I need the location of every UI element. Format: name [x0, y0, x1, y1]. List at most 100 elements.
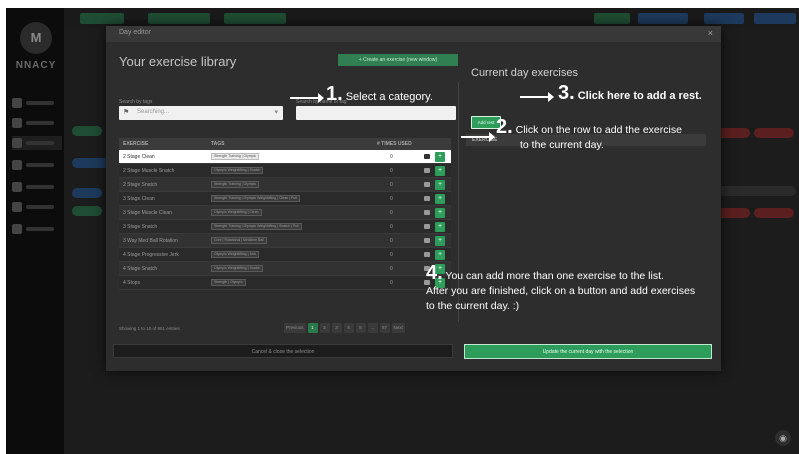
- sidebar-item-library[interactable]: [12, 158, 62, 172]
- page-ellipsis: ...: [367, 323, 378, 333]
- video-icon[interactable]: [424, 196, 430, 201]
- exercise-name: 4 Stops: [123, 280, 140, 286]
- table-row[interactable]: 3 Stage Snatch Strength Training | Olymp…: [119, 220, 451, 234]
- page-button[interactable]: 2: [319, 323, 330, 333]
- exercise-tag: Strength Training | Olympic: [211, 181, 260, 188]
- page-button[interactable]: 1: [307, 323, 318, 333]
- top-button[interactable]: [224, 13, 286, 24]
- add-icon[interactable]: +: [435, 166, 445, 176]
- video-icon[interactable]: [424, 168, 430, 173]
- table-row[interactable]: 2 Stage Snatch Strength Training | Olymp…: [119, 178, 451, 192]
- add-icon[interactable]: +: [435, 236, 445, 246]
- sidebar-item-clients[interactable]: [12, 116, 62, 130]
- step4-number: 4.: [426, 262, 443, 284]
- table-row[interactable]: 3 Stage Muscle Clean Olympic Weightlifti…: [119, 206, 451, 220]
- step4-callout: 4. You can add more than one exercise to…: [426, 263, 695, 314]
- tag-icon: ⚑: [123, 109, 130, 116]
- page-button[interactable]: 4: [343, 323, 354, 333]
- header-exercise[interactable]: EXERCISE: [123, 141, 148, 147]
- gear-icon: [12, 182, 22, 192]
- sidebar-item-help[interactable]: [12, 200, 62, 214]
- times-used: 0: [390, 224, 393, 230]
- video-icon[interactable]: [424, 238, 430, 243]
- top-button[interactable]: [148, 13, 210, 24]
- step1-text: Select a category.: [345, 91, 433, 103]
- step1-callout: 1. Select a category.: [326, 83, 433, 106]
- table-header: EXERCISE TAGS # TIMES USED: [119, 138, 451, 150]
- chevron-down-icon: ▾: [274, 109, 278, 116]
- modal-header: Day editor ×: [106, 26, 721, 42]
- table-row[interactable]: 2 Stage Muscle Snatch Olympic Weightlift…: [119, 164, 451, 178]
- page-button[interactable]: 3: [331, 323, 342, 333]
- exercise-name: 3 Way Med Ball Rotation: [123, 238, 178, 244]
- exercise-tag: Olympic Weightlifting | Clean: [211, 209, 262, 216]
- video-icon[interactable]: [424, 154, 430, 159]
- category-select[interactable]: ⚑ Searching... ▾: [119, 106, 283, 120]
- search-input[interactable]: [296, 106, 456, 120]
- top-button[interactable]: [704, 13, 744, 24]
- sidebar-item-programs[interactable]: [12, 136, 62, 150]
- add-icon[interactable]: +: [435, 250, 445, 260]
- logo: M: [20, 22, 52, 54]
- table-info: Showing 1 to 10 of 851 entries: [119, 326, 180, 331]
- add-icon[interactable]: +: [435, 194, 445, 204]
- top-button[interactable]: [594, 13, 630, 24]
- exercise-name: 2 Stage Clean: [123, 154, 155, 160]
- step2-callout: 2. Click on the row to add the exercise …: [496, 117, 682, 153]
- step3-callout: 3. Click here to add a rest.: [558, 82, 702, 105]
- table-row[interactable]: 2 Stage Clean Strength Training | Olympi…: [119, 150, 451, 164]
- exercise-tag: Olympic Weightlifting | Jerk: [211, 251, 260, 258]
- arrow-step2: [461, 132, 495, 142]
- create-exercise-button[interactable]: + Create an exercise (new window): [338, 54, 458, 66]
- header-times-used[interactable]: # TIMES USED: [377, 141, 412, 147]
- top-button[interactable]: [80, 13, 124, 24]
- close-icon[interactable]: ×: [708, 28, 713, 38]
- times-used: 0: [390, 210, 393, 216]
- sidebar-item-settings[interactable]: [12, 180, 62, 194]
- header-tags[interactable]: TAGS: [211, 141, 225, 147]
- exercise-name: 4 Stage Snatch: [123, 266, 158, 272]
- exercise-tag: Strength Training | Olympic Weightliftin…: [211, 195, 300, 202]
- exercise-name: 2 Stage Muscle Snatch: [123, 168, 175, 174]
- times-used: 0: [390, 182, 393, 188]
- document-icon: [12, 138, 22, 148]
- current-day-title: Current day exercises: [471, 67, 578, 79]
- modal-title: Day editor: [119, 29, 151, 36]
- table-row[interactable]: 3 Way Med Ball Rotation Core | Rotationa…: [119, 234, 451, 248]
- video-icon[interactable]: [424, 210, 430, 215]
- page-button[interactable]: 87: [379, 323, 390, 333]
- table-row[interactable]: 4 Stops Strength | Olympic 0 +: [119, 276, 451, 290]
- times-used: 0: [390, 168, 393, 174]
- table-row[interactable]: 3 Stage Clean Strength Training | Olympi…: [119, 192, 451, 206]
- table-row[interactable]: 4 Stage Snatch Olympic Weightlifting | S…: [119, 262, 451, 276]
- exercise-tag: Strength | Olympic: [211, 279, 246, 286]
- app-frame: M NNACY ◉ Day editor × Your exercise lib…: [6, 8, 799, 454]
- power-icon: [12, 224, 22, 234]
- add-icon[interactable]: +: [435, 152, 445, 162]
- page-next[interactable]: Next: [391, 323, 405, 333]
- sidebar-item-logout[interactable]: [12, 222, 62, 236]
- page-previous[interactable]: Previous: [284, 323, 306, 333]
- cancel-close-button[interactable]: Cancel & close the selection: [113, 344, 453, 358]
- add-icon[interactable]: +: [435, 222, 445, 232]
- sidebar: M NNACY: [6, 8, 64, 454]
- chat-icon[interactable]: ◉: [775, 430, 791, 446]
- table-row[interactable]: 4 Stage Progressive Jerk Olympic Weightl…: [119, 248, 451, 262]
- video-icon[interactable]: [424, 224, 430, 229]
- times-used: 0: [390, 196, 393, 202]
- top-button[interactable]: [754, 13, 796, 24]
- sidebar-item-dashboard[interactable]: [12, 96, 62, 110]
- library-title: Your exercise library: [119, 54, 237, 69]
- video-icon[interactable]: [424, 252, 430, 257]
- times-used: 0: [390, 266, 393, 272]
- top-button[interactable]: [638, 13, 688, 24]
- exercise-name: 3 Stage Muscle Clean: [123, 210, 172, 216]
- users-icon: [12, 118, 22, 128]
- video-icon[interactable]: [424, 182, 430, 187]
- add-icon[interactable]: +: [435, 180, 445, 190]
- page-button[interactable]: 5: [355, 323, 366, 333]
- update-day-button[interactable]: Update the current day with the selectio…: [464, 344, 712, 359]
- step3-text: Click here to add a rest.: [577, 90, 702, 102]
- category-placeholder: Searching...: [137, 109, 170, 115]
- add-icon[interactable]: +: [435, 208, 445, 218]
